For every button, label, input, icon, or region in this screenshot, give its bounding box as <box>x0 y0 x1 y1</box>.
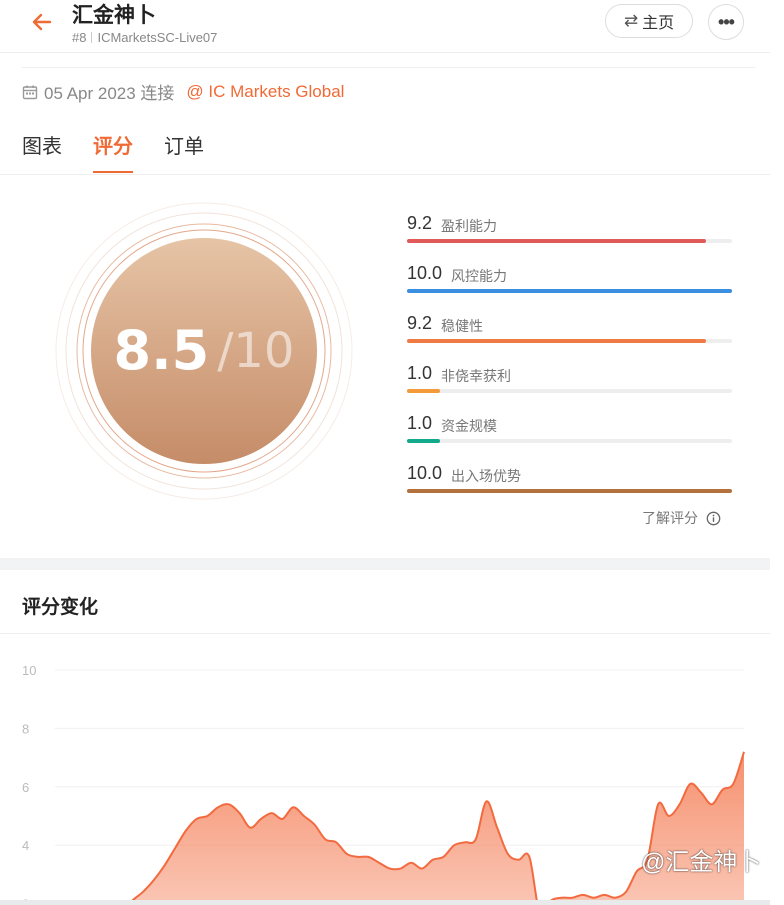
section-separator <box>0 558 770 570</box>
metric-bar-fill <box>407 339 706 343</box>
tab-chart[interactable]: 图表 <box>22 130 62 173</box>
series-area <box>128 751 744 905</box>
metric-row: 10.0 出入场优势 <box>407 462 732 512</box>
divider <box>22 67 756 68</box>
metric-label: 出入场优势 <box>451 468 521 484</box>
metric-bar-track <box>407 339 732 343</box>
metric-label: 风控能力 <box>451 268 507 284</box>
metric-value: 1.0 <box>407 413 433 433</box>
metric-bar-fill <box>407 289 732 293</box>
bottom-bar <box>0 900 770 905</box>
metric-bar-track <box>407 489 732 493</box>
learn-more-link[interactable]: 了解评分 <box>642 508 721 528</box>
metric-bar-track <box>407 439 732 443</box>
metric-label: 盈利能力 <box>441 218 497 234</box>
metric-value: 9.2 <box>407 213 433 233</box>
metric-bar-fill <box>407 389 440 393</box>
y-tick-label: 8 <box>22 721 29 736</box>
y-tick-label: 4 <box>22 838 29 853</box>
metric-row: 1.0 非侥幸获利 <box>407 362 732 412</box>
y-tick-label: 6 <box>22 780 29 795</box>
metric-label: 非侥幸获利 <box>441 368 511 384</box>
info-icon <box>706 511 721 525</box>
metric-value: 1.0 <box>407 363 433 383</box>
account-subtitle: #8 ICMarketsSC-Live07 <box>72 30 217 45</box>
metric-bar-fill <box>407 439 440 443</box>
home-button[interactable]: ⇄ 主页 <box>605 4 693 38</box>
metric-row: 9.2 盈利能力 <box>407 212 732 262</box>
metric-row: 1.0 资金规模 <box>407 412 732 462</box>
metric-label: 资金规模 <box>441 418 497 434</box>
metric-label: 稳健性 <box>441 318 483 334</box>
metric-bar-track <box>407 239 732 243</box>
watermark-text: @汇金神卜 <box>641 849 762 876</box>
connect-date: 05 Apr 2023 连接 <box>44 84 175 103</box>
metric-bar-fill <box>407 239 706 243</box>
tab-score[interactable]: 评分 <box>93 130 133 173</box>
page-title: 汇金神卜 <box>72 4 156 27</box>
platform-logo-icon <box>615 849 637 870</box>
score-history-title: 评分变化 <box>22 597 99 618</box>
metric-value: 10.0 <box>407 463 443 483</box>
metric-row: 10.0 风控能力 <box>407 262 732 312</box>
scrollbar-track[interactable] <box>770 0 784 905</box>
account-name: ICMarketsSC-Live07 <box>97 30 218 45</box>
broker-link[interactable]: @ IC Markets Global <box>186 82 344 102</box>
metric-value: 9.2 <box>407 313 433 333</box>
calendar-icon <box>22 85 38 99</box>
tab-bar-border <box>0 174 770 175</box>
overall-score: 8.5/10 <box>54 201 354 501</box>
back-arrow-icon[interactable] <box>28 8 56 36</box>
app-header: 汇金神卜 #8 ICMarketsSC-Live07 ⇄ 主页 ••• <box>0 0 770 53</box>
learn-more-label: 了解评分 <box>642 510 698 526</box>
swap-icon: ⇄ <box>623 11 639 30</box>
metric-value: 10.0 <box>407 263 443 283</box>
connection-info: 05 Apr 2023 连接 @ IC Markets Global <box>22 79 344 104</box>
more-options-button[interactable]: ••• <box>708 4 744 40</box>
metric-bar-fill <box>407 489 732 493</box>
home-button-label: 主页 <box>642 15 675 32</box>
y-tick-label: 10 <box>22 663 36 678</box>
score-value: 8.5 <box>113 319 210 382</box>
score-total: /10 <box>217 322 295 379</box>
tab-bar: 图表 评分 订单 <box>22 130 204 173</box>
page: 汇金神卜 #8 ICMarketsSC-Live07 ⇄ 主页 ••• 05 Ap… <box>0 0 771 905</box>
metric-bar-track <box>407 289 732 293</box>
rank-badge: #8 <box>72 30 87 45</box>
metric-row: 9.2 稳健性 <box>407 312 732 362</box>
score-text: 8.5/10 <box>54 319 354 382</box>
watermark: @汇金神卜 <box>615 842 761 877</box>
score-metrics: 9.2 盈利能力 10.0 风控能力 9.2 稳健性 1.0 非侥幸获利 1.0 资金规模 10.0… <box>407 212 732 512</box>
more-dots-icon: ••• <box>718 11 735 32</box>
metric-bar-track <box>407 389 732 393</box>
divider <box>0 633 770 634</box>
tab-orders[interactable]: 订单 <box>164 130 204 173</box>
